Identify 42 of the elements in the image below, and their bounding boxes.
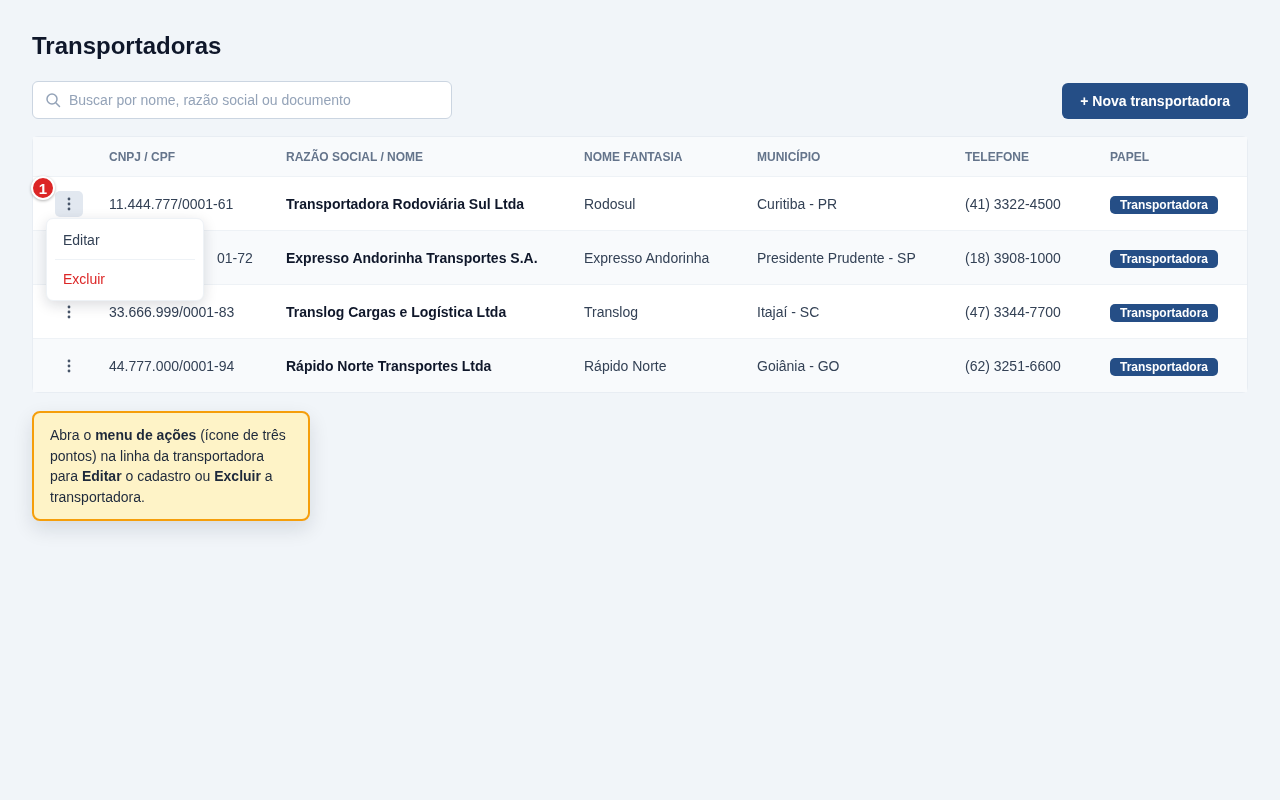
page-title: Transportadoras (32, 31, 223, 61)
role-tag: Transportadora (1110, 357, 1219, 376)
table-cell-text: Expresso Andorinha (584, 249, 711, 266)
table-cell-text: (18) 3908-1000 (965, 249, 1062, 266)
step-badge: 1 (31, 176, 55, 200)
menu-item[interactable]: Excluir (55, 259, 195, 298)
role-tag: Transportadora (1110, 303, 1219, 322)
table-cell-text: (62) 3251-6600 (965, 357, 1062, 374)
new-carrier-button[interactable]: + Nova transportadora (1062, 83, 1248, 119)
table-cell: 01-72 (217, 249, 253, 266)
column-header: CNPJ / CPF (109, 149, 176, 164)
vertical-dots-icon (67, 304, 71, 319)
column-header: TELEFONE (965, 149, 1030, 164)
vertical-dots-icon (67, 196, 71, 211)
role-tag: Transportadora (1110, 195, 1219, 214)
table-cell-text: 11.444.777/0001-61 (109, 195, 235, 212)
table-cell-text: 44.777.000/0001-94 (109, 357, 236, 374)
table-cell-text: Itajaí - SC (757, 303, 821, 320)
role-tag: Transportadora (1110, 249, 1219, 268)
column-header: MUNICÍPIO (757, 149, 822, 164)
vertical-dots-icon (67, 358, 71, 373)
hint-text: Abra o menu de ações (ícone de três pontos) na linha da transportadora para Editar o cadastro ou Excluir a transportadora. (50, 427, 286, 505)
table-cell-text: Transportadora Rodoviária Sul Ltda (286, 195, 526, 212)
table-cell-text: Rápido Norte (584, 357, 668, 374)
table-cell-text: Curitiba - PR (757, 195, 839, 212)
table-cell-text: Expresso Andorinha Transportes S.A. (286, 249, 539, 266)
column-header: NOME FANTASIA (584, 149, 684, 164)
more-options-button[interactable] (55, 190, 83, 217)
search-field[interactable]: Buscar por nome, razão social ou documento (32, 81, 452, 119)
table-cell-text: Translog (584, 303, 639, 320)
table-cell-text: Presidente Prudente - SP (757, 249, 917, 266)
table-cell-text: (41) 3322-4500 (965, 195, 1062, 212)
table-cell-text: Rodosul (584, 195, 637, 212)
table-cell-text: 33.666.999/0001-83 (109, 303, 236, 320)
table-cell-text: Goiânia - GO (757, 357, 841, 374)
table-cell-text: Rápido Norte Transportes Ltda (286, 357, 493, 374)
search-icon (45, 92, 61, 108)
menu-item[interactable]: Editar (55, 221, 195, 259)
table-cell-text: Translog Cargas e Logística Ltda (286, 303, 508, 320)
column-header: PAPEL (1110, 149, 1151, 164)
column-header: RAZÃO SOCIAL / NOME (286, 149, 425, 164)
table-cell-text: (47) 3344-7700 (965, 303, 1062, 320)
